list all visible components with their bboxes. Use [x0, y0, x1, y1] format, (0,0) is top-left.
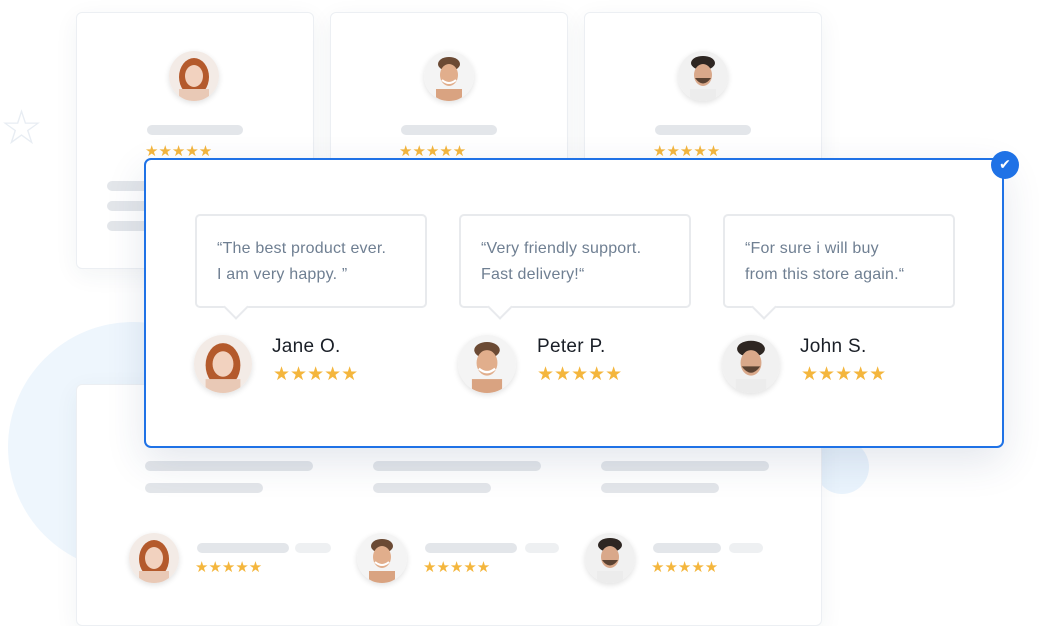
- placeholder-bar: [425, 543, 517, 553]
- rating-stars: ★★★★★: [537, 363, 623, 385]
- quote-bubble: “The best product ever. I am very happy.…: [195, 214, 427, 308]
- reviewer-name: Jane O.: [272, 336, 341, 357]
- avatar-man-icon: [678, 51, 728, 101]
- placeholder-bar: [525, 543, 559, 553]
- rating-stars: ★★★★★: [801, 363, 887, 385]
- avatar-man-icon: [357, 533, 407, 583]
- placeholder-bar: [147, 125, 243, 135]
- placeholder-bar: [601, 461, 769, 471]
- rating-stars: ★★★★★: [423, 558, 491, 576]
- placeholder-bar: [401, 125, 497, 135]
- rating-stars: ★★★★★: [399, 142, 467, 160]
- placeholder-bar: [653, 543, 721, 553]
- decorative-star-icon: ☆: [0, 100, 44, 156]
- avatar-peter-icon: [458, 335, 516, 393]
- quote-text-line: Fast delivery!“: [481, 266, 585, 283]
- placeholder-bar: [373, 483, 491, 493]
- background-card-2: ★★★★★: [330, 12, 568, 164]
- rating-stars: ★★★★★: [195, 558, 263, 576]
- placeholder-bar: [197, 543, 289, 553]
- avatar-woman-icon: [129, 533, 179, 583]
- avatar-john-icon: [722, 335, 780, 393]
- placeholder-bar: [373, 461, 541, 471]
- reviewer-name: Peter P.: [537, 336, 606, 357]
- rating-stars: ★★★★★: [653, 142, 721, 160]
- testimonial-widget[interactable]: “The best product ever. I am very happy.…: [144, 158, 1004, 448]
- quote-text-line: “The best product ever.: [217, 240, 387, 257]
- background-card-3: ★★★★★: [584, 12, 822, 164]
- reviewer-name: John S.: [800, 336, 867, 357]
- quote-bubble: “For sure i will buy from this store aga…: [723, 214, 955, 308]
- placeholder-bar: [729, 543, 763, 553]
- placeholder-bar: [145, 483, 263, 493]
- rating-stars: ★★★★★: [145, 142, 213, 160]
- placeholder-bar: [601, 483, 719, 493]
- avatar-jane-icon: [194, 335, 252, 393]
- quote-text-line: “Very friendly support.: [481, 240, 642, 257]
- check-icon[interactable]: ✔: [991, 151, 1019, 179]
- rating-stars: ★★★★★: [273, 363, 359, 385]
- placeholder-bar: [145, 461, 313, 471]
- quote-bubble: “Very friendly support. Fast delivery!“: [459, 214, 691, 308]
- avatar-man-icon: [585, 533, 635, 583]
- quote-text-line: from this store again.“: [745, 266, 905, 283]
- placeholder-bar: [295, 543, 331, 553]
- placeholder-bar: [655, 125, 751, 135]
- rating-stars: ★★★★★: [651, 558, 719, 576]
- quote-text-line: “For sure i will buy: [745, 240, 879, 257]
- quote-text-line: I am very happy. ”: [217, 266, 348, 283]
- avatar-man-icon: [424, 51, 474, 101]
- avatar-woman-icon: [169, 51, 219, 101]
- background-circle-small: [815, 440, 869, 494]
